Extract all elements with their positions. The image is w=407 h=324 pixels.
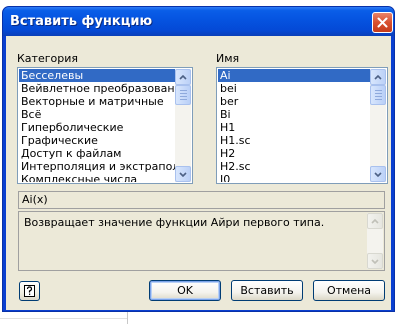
scroll-up-button[interactable] <box>175 69 191 85</box>
chevron-down-icon <box>374 171 382 177</box>
insert-button[interactable]: Вставить <box>231 280 303 301</box>
chevron-down-icon <box>179 171 187 177</box>
category-items: Бесселевы Вейвлетное преобразование Вектор… <box>19 69 175 182</box>
name-list-item[interactable]: Ai <box>218 69 370 82</box>
name-listbox[interactable]: Ai bei ber Bi H1 H1.sc H2 H2.sc I0 <box>216 67 388 184</box>
function-description-box: Возвращает значение функции Айри первого… <box>18 211 385 271</box>
ok-button[interactable]: OK <box>149 280 221 301</box>
name-list-item[interactable]: H2.sc <box>218 160 370 173</box>
title-bar[interactable]: Вставить функцию <box>3 7 394 36</box>
close-icon <box>377 17 388 28</box>
function-syntax: Ai(x) <box>18 191 385 209</box>
name-label: Имя <box>216 52 240 65</box>
name-list-item[interactable]: Bi <box>218 108 370 121</box>
help-button[interactable] <box>19 281 40 301</box>
scroll-down-button[interactable] <box>175 166 191 182</box>
cancel-button[interactable]: Отмена <box>313 280 385 301</box>
name-list-item[interactable]: bei <box>218 82 370 95</box>
scroll-down-button <box>367 253 383 269</box>
name-scrollbar[interactable] <box>370 69 386 182</box>
category-list-item[interactable]: Всё <box>19 108 175 121</box>
background-rule <box>127 312 128 324</box>
category-list-item[interactable]: Комплексные числа <box>19 173 175 182</box>
scroll-thumb[interactable] <box>370 85 386 105</box>
insert-function-dialog: Вставить функцию Категория Бесселевы Вейв… <box>2 6 395 312</box>
background-rule <box>0 318 127 319</box>
scroll-up-button <box>367 213 383 229</box>
chevron-up-icon <box>371 218 379 224</box>
description-scrollbar <box>367 213 383 269</box>
scroll-down-button[interactable] <box>370 166 386 182</box>
function-description: Возвращает значение функции Айри первого… <box>24 216 325 229</box>
dialog-body: Категория Бесселевы Вейвлетное преобразов… <box>6 36 391 310</box>
chevron-up-icon <box>374 74 382 80</box>
close-button[interactable] <box>372 12 393 33</box>
name-list-item[interactable]: I0 <box>218 173 370 182</box>
name-list-item[interactable]: H1 <box>218 121 370 134</box>
name-list-item[interactable]: H1.sc <box>218 134 370 147</box>
category-list-item[interactable]: Вейвлетное преобразование <box>19 82 175 95</box>
scroll-up-button[interactable] <box>370 69 386 85</box>
dialog-title: Вставить функцию <box>10 14 153 29</box>
name-list-item[interactable]: ber <box>218 95 370 108</box>
chevron-down-icon <box>371 258 379 264</box>
name-items: Ai bei ber Bi H1 H1.sc H2 H2.sc I0 <box>218 69 370 182</box>
help-icon <box>24 285 35 297</box>
category-scrollbar[interactable] <box>175 69 191 182</box>
category-list-item[interactable]: Бесселевы <box>19 69 175 82</box>
name-list-item[interactable]: H2 <box>218 147 370 160</box>
category-label: Категория <box>17 52 78 65</box>
category-list-item[interactable]: Интерполяция и экстраполяц <box>19 160 175 173</box>
category-list-item[interactable]: Доступ к файлам <box>19 147 175 160</box>
category-list-item[interactable]: Векторные и матричные <box>19 95 175 108</box>
category-list-item[interactable]: Гиперболические <box>19 121 175 134</box>
category-listbox[interactable]: Бесселевы Вейвлетное преобразование Вектор… <box>17 67 193 184</box>
category-list-item[interactable]: Графические <box>19 134 175 147</box>
scroll-thumb[interactable] <box>175 85 191 105</box>
chevron-up-icon <box>179 74 187 80</box>
